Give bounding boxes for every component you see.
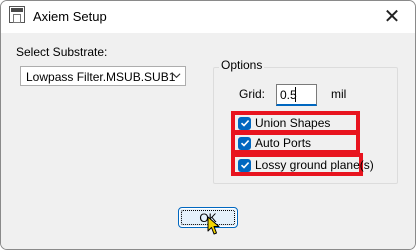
title-bar[interactable]: Axiem Setup ✕ <box>1 1 415 33</box>
checkbox-checked-icon <box>238 158 251 172</box>
dialog-window: Axiem Setup ✕ Select Substrate: Lowpass … <box>0 0 416 250</box>
substrate-dropdown[interactable]: Lowpass Filter.MSUB.SUB1 <box>20 66 186 86</box>
auto-ports-label: Auto Ports <box>255 136 312 150</box>
mouse-pointer-icon <box>207 216 220 235</box>
substrate-selected-value: Lowpass Filter.MSUB.SUB1 <box>26 70 176 84</box>
text-caret <box>295 87 296 102</box>
lossy-ground-checkbox[interactable]: Lossy ground plane(s) <box>238 157 374 173</box>
grid-input[interactable]: 0.5 <box>276 84 317 106</box>
lossy-ground-label: Lossy ground plane(s) <box>255 158 374 172</box>
auto-ports-checkbox[interactable]: Auto Ports <box>238 135 311 151</box>
union-shapes-checkbox[interactable]: Union Shapes <box>238 115 330 131</box>
options-group-label: Options <box>219 58 265 72</box>
app-icon <box>9 6 25 23</box>
dialog-body: Select Substrate: Lowpass Filter.MSUB.SU… <box>1 33 415 249</box>
union-shapes-label: Union Shapes <box>255 116 331 130</box>
select-substrate-label: Select Substrate: <box>16 45 108 59</box>
grid-unit-label: mil <box>331 87 347 101</box>
grid-label: Grid: <box>239 87 266 101</box>
close-icon: ✕ <box>383 5 401 28</box>
close-button[interactable]: ✕ <box>369 1 415 31</box>
checkbox-checked-icon <box>238 136 251 150</box>
chevron-down-icon <box>172 73 181 79</box>
checkbox-checked-icon <box>238 116 251 130</box>
window-title: Axiem Setup <box>33 9 107 24</box>
